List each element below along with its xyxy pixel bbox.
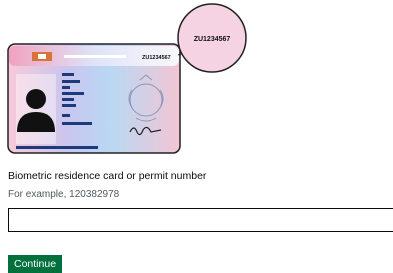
brp-card-illustration: ZU1234567 ZU1234567 — [7, 3, 247, 154]
brp-number-label: Biometric residence card or permit numbe… — [8, 170, 207, 182]
portrait-silhouette-icon — [16, 74, 56, 144]
brp-number-input[interactable] — [8, 208, 393, 232]
continue-button[interactable]: Continue — [8, 255, 63, 273]
magnified-card-number: ZU1234567 — [194, 36, 231, 43]
card-number: ZU1234567 — [142, 55, 171, 61]
page: ZU1234567 ZU1234567 Biometric residence … — [0, 0, 393, 273]
brp-number-hint: For example, 120382978 — [8, 189, 120, 200]
